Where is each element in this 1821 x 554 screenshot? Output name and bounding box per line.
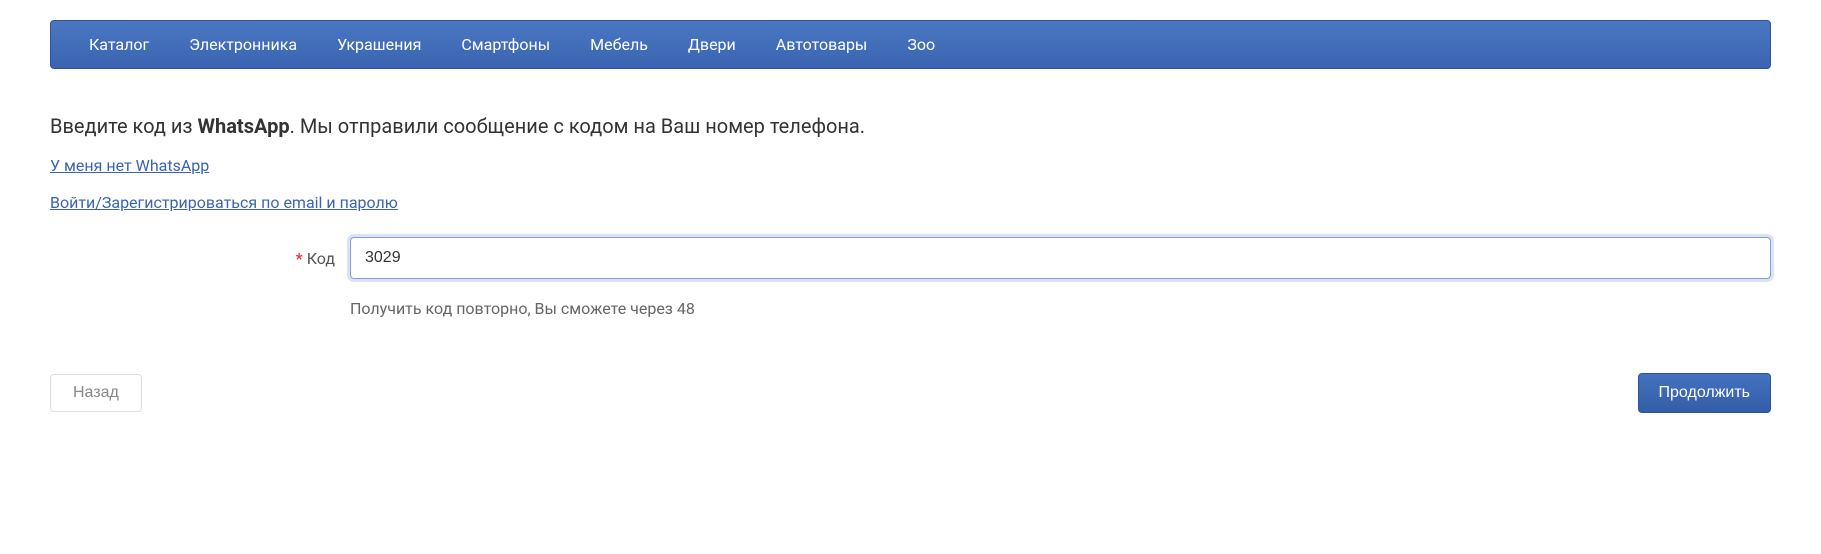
- main-nav: Каталог Электронника Украшения Смартфоны…: [50, 20, 1771, 69]
- nav-item-electronics[interactable]: Электронника: [169, 21, 317, 68]
- continue-button[interactable]: Продолжить: [1638, 373, 1771, 413]
- code-label: Код: [307, 249, 335, 268]
- nav-item-smartphones[interactable]: Смартфоны: [441, 21, 570, 68]
- no-whatsapp-link[interactable]: У меня нет WhatsApp: [50, 156, 209, 175]
- required-mark: *: [296, 249, 303, 268]
- nav-item-furniture[interactable]: Мебель: [570, 21, 668, 68]
- nav-item-jewelry[interactable]: Украшения: [317, 21, 441, 68]
- back-button[interactable]: Назад: [50, 374, 142, 412]
- nav-item-auto[interactable]: Автотовары: [756, 21, 888, 68]
- nav-item-doors[interactable]: Двери: [668, 21, 756, 68]
- resend-helper-text: Получить код повторно, Вы сможете через …: [350, 299, 695, 318]
- code-label-col: *Код: [50, 249, 350, 268]
- main-content: Введите код из WhatsApp. Мы отправили со…: [50, 114, 1771, 413]
- code-form-row: *Код: [50, 237, 1771, 279]
- instruction-suffix: . Мы отправили сообщение с кодом на Ваш …: [290, 114, 865, 138]
- nav-item-zoo[interactable]: Зоо: [887, 21, 955, 68]
- instruction-text: Введите код из WhatsApp. Мы отправили со…: [50, 114, 1771, 138]
- instruction-bold: WhatsApp: [198, 114, 290, 138]
- helper-row: Получить код повторно, Вы сможете через …: [50, 299, 1771, 318]
- instruction-prefix: Введите код из: [50, 114, 198, 138]
- button-row: Назад Продолжить: [50, 373, 1771, 413]
- code-input[interactable]: [350, 237, 1771, 279]
- nav-item-catalog[interactable]: Каталог: [51, 21, 169, 68]
- login-email-link[interactable]: Войти/Зарегистрироваться по email и паро…: [50, 193, 398, 212]
